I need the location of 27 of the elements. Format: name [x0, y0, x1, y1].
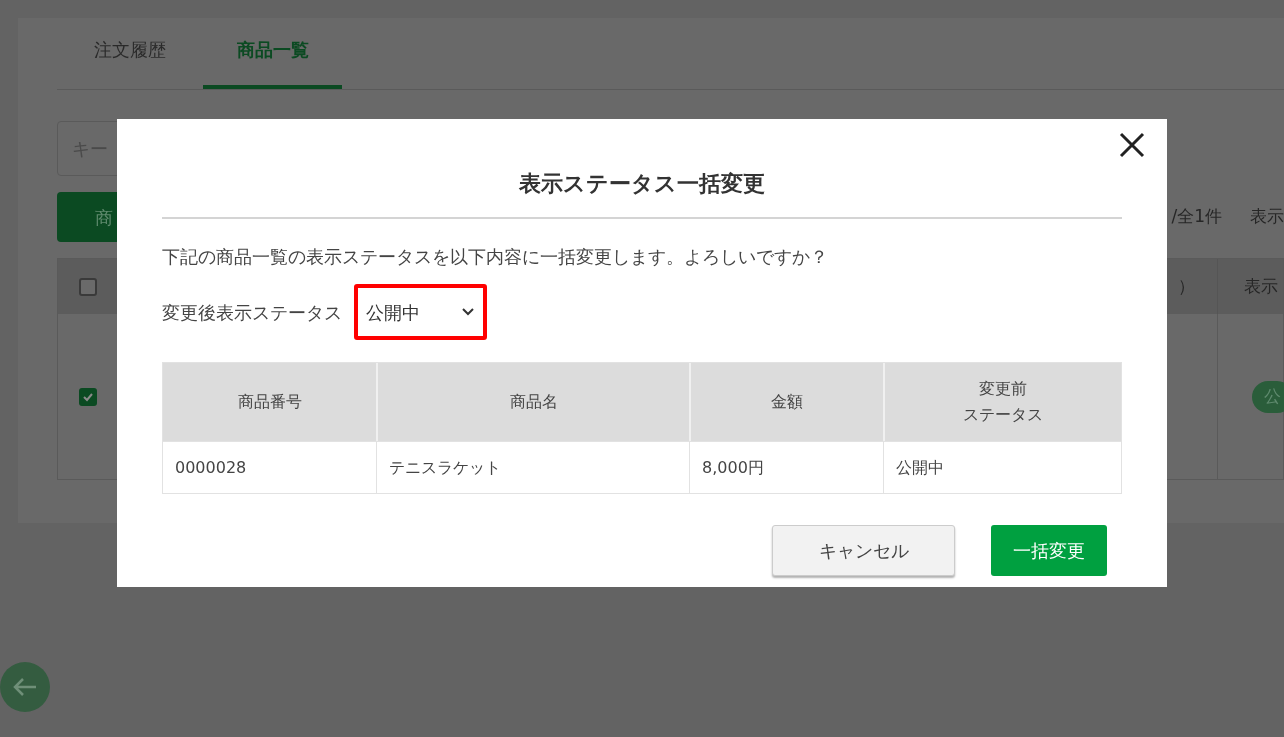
arrow-left-icon	[12, 677, 38, 697]
cancel-button[interactable]: キャンセル	[772, 525, 955, 576]
result-count: /全1件	[1171, 205, 1222, 229]
display-label: 表示	[1250, 205, 1284, 229]
confirm-message: 下記の商品一覧の表示ステータスを以下内容に一括変更します。よろしいですか？	[162, 245, 829, 269]
field-label: 変更後表示ステータス	[162, 300, 342, 325]
confirm-button[interactable]: 一括変更	[991, 525, 1107, 576]
tab[interactable]: 注文履歴	[57, 36, 203, 89]
column-heading: 金額	[771, 391, 803, 413]
back-button[interactable]	[0, 662, 50, 712]
column-heading: 変更前	[979, 378, 1027, 400]
table-header-cell-text: ）	[1178, 274, 1196, 298]
checkbox[interactable]	[78, 387, 97, 406]
column-heading: 商品番号	[237, 391, 302, 413]
checkbox[interactable]	[79, 277, 97, 296]
table-cell: 公開中	[883, 442, 1121, 493]
column-heading: 商品名	[509, 391, 558, 413]
table-cell-text: 0000028	[174, 456, 248, 479]
close-icon	[1119, 132, 1145, 158]
chevron-down-icon	[461, 307, 475, 317]
table-cell: テニスラケット	[376, 442, 689, 493]
status-select[interactable]: 公開中	[354, 284, 487, 340]
close-button[interactable]	[1119, 132, 1145, 158]
tab[interactable]: 商品一覧	[203, 36, 342, 89]
dialog-title: 表示ステータス一括変更	[519, 170, 765, 198]
table-cell: 8,000円	[689, 442, 883, 493]
column-heading: ステータス	[963, 404, 1043, 426]
